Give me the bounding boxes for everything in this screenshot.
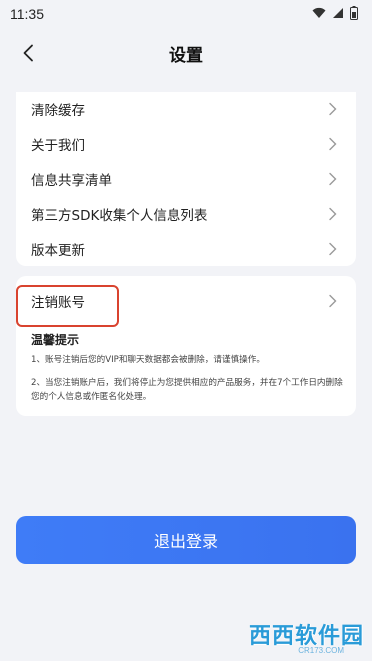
menu-item-label: 信息共享清单	[31, 172, 112, 189]
settings-menu-card: 清除缓存 关于我们 信息共享清单 第三方SDK收集个人信息列表 版本更新	[16, 92, 356, 266]
cancel-account-item[interactable]: 注销账号	[16, 281, 356, 321]
menu-item-label: 清除缓存	[31, 103, 85, 120]
tip-text: 2、当您注销账户后，我们将停止为您提供相应的产品服务，并在7个工作日内删除您的个…	[31, 378, 343, 402]
menu-item-clear-cache[interactable]: 清除缓存	[16, 92, 356, 127]
chevron-left-icon	[23, 44, 33, 62]
back-button[interactable]	[14, 38, 42, 68]
chevron-right-icon	[329, 172, 337, 186]
watermark-subtext: CR173.COM	[298, 646, 344, 655]
tip-text: 1、账号注销后您的VIP和聊天数据都会被删除，请谨慎操作。	[31, 355, 265, 365]
menu-item-label: 第三方SDK收集个人信息列表	[31, 207, 208, 224]
menu-item-third-party-sdk[interactable]: 第三方SDK收集个人信息列表	[16, 196, 356, 231]
page-title: 设置	[169, 45, 203, 66]
logout-button[interactable]: 退出登录	[16, 516, 356, 564]
chevron-right-icon	[329, 294, 337, 308]
menu-item-label: 版本更新	[31, 242, 85, 259]
account-cancel-card: 注销账号 温馨提示 1、账号注销后您的VIP和聊天数据都会被删除，请谨慎操作。 …	[16, 276, 356, 416]
chevron-right-icon	[329, 137, 337, 151]
signal-icon	[332, 6, 344, 22]
wifi-icon	[312, 6, 326, 22]
chevron-right-icon	[329, 207, 337, 220]
status-time: 11:35	[10, 6, 44, 22]
battery-icon	[350, 5, 358, 23]
chevron-right-icon	[329, 242, 337, 255]
tips-title: 温馨提示	[31, 333, 80, 347]
status-bar: 11:35	[0, 0, 372, 28]
menu-item-info-sharing[interactable]: 信息共享清单	[16, 162, 356, 197]
menu-item-version-update[interactable]: 版本更新	[16, 231, 356, 266]
watermark-logo: 西西软件园 CR173.COM	[164, 611, 364, 657]
chevron-right-icon	[329, 103, 337, 116]
menu-item-label: 关于我们	[31, 138, 85, 155]
menu-item-about-us[interactable]: 关于我们	[16, 127, 356, 162]
nav-bar: 设置	[0, 34, 372, 72]
cancel-account-label: 注销账号	[31, 295, 85, 311]
status-icons	[312, 5, 358, 23]
